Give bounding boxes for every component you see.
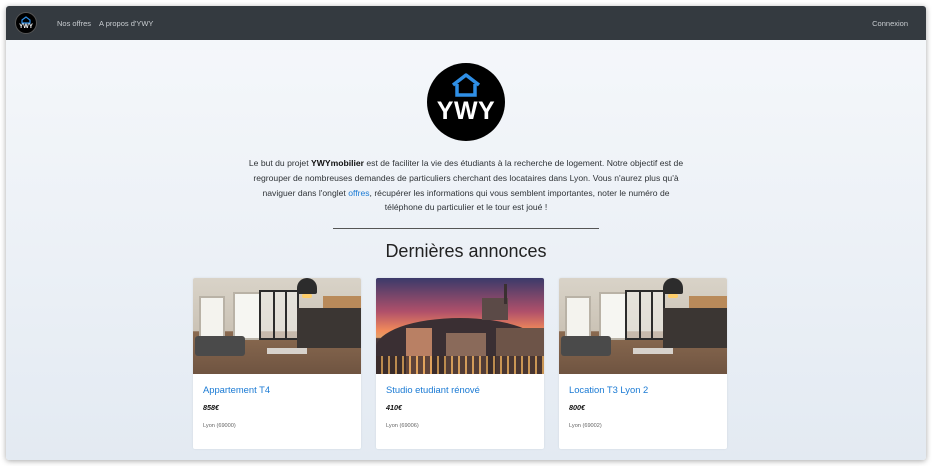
- login-link[interactable]: Connexion: [872, 19, 908, 28]
- listing-price: 800€: [569, 403, 585, 412]
- nav-link-offres[interactable]: Nos offres: [57, 19, 91, 28]
- house-icon: [21, 16, 31, 24]
- listing-title[interactable]: Studio etudiant rénové: [386, 384, 480, 395]
- divider: [333, 228, 599, 229]
- section-title: Dernières annonces: [385, 241, 547, 261]
- nav-link-about[interactable]: A propos d'YWY: [99, 19, 153, 28]
- nav-logo-text: YWY: [19, 24, 33, 30]
- listing-location: Lyon (69002): [569, 423, 602, 429]
- listing-card[interactable]: Appartement T4 858€ Lyon (69000): [193, 278, 361, 449]
- brand-name: YWYmobilier: [311, 158, 365, 168]
- listing-price: 858€: [203, 403, 219, 412]
- listing-photo[interactable]: [559, 278, 727, 374]
- browser-viewport: YWY Nos offres A propos d'YWY Connexion …: [6, 6, 926, 460]
- nav-logo[interactable]: YWY: [15, 12, 37, 34]
- hero-logo: YWY: [427, 63, 505, 141]
- hero-logo-text: YWY: [436, 97, 496, 125]
- listing-photo[interactable]: [376, 278, 544, 374]
- listing-title[interactable]: Location T3 Lyon 2: [569, 384, 648, 395]
- listing-photo[interactable]: [193, 278, 361, 374]
- navbar: YWY Nos offres A propos d'YWY Connexion: [6, 6, 926, 40]
- listing-price: 410€: [386, 403, 402, 412]
- listing-card[interactable]: Studio etudiant rénové 410€ Lyon (69006): [376, 278, 544, 449]
- listing-title[interactable]: Appartement T4: [203, 384, 270, 395]
- house-icon: [451, 73, 481, 97]
- intro-text: Le but du projet: [248, 158, 311, 168]
- offers-link[interactable]: offres: [348, 188, 369, 198]
- listing-location: Lyon (69006): [386, 423, 419, 429]
- intro-text: , récupérer les informations qui vous se…: [369, 187, 670, 213]
- listing-location: Lyon (69000): [203, 423, 236, 429]
- intro-paragraph: Le but du projet YWYmobilier est de faci…: [246, 156, 686, 215]
- listing-card[interactable]: Location T3 Lyon 2 800€ Lyon (69002): [559, 278, 727, 449]
